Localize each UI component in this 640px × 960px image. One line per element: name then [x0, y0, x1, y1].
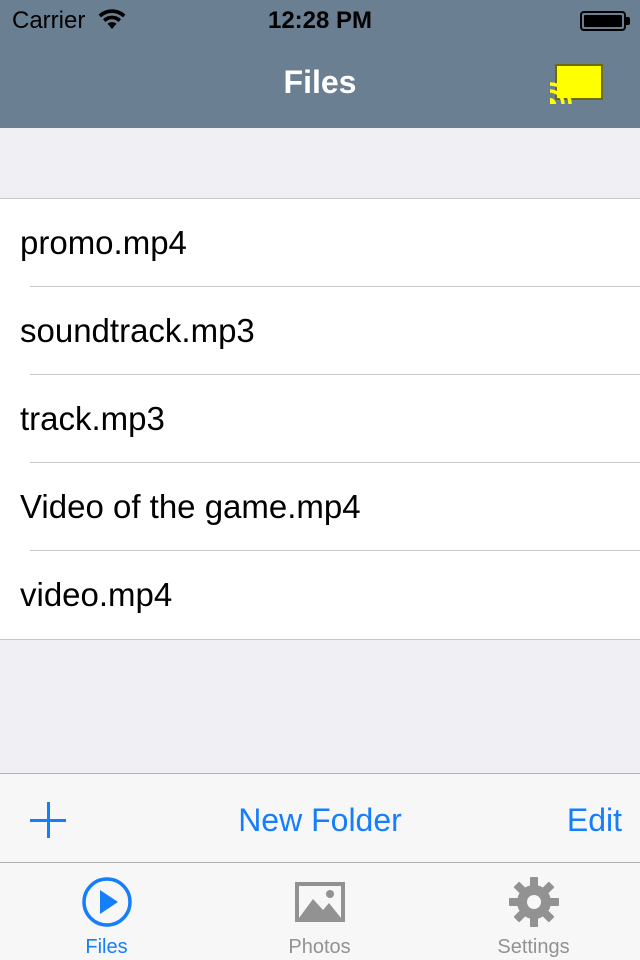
battery-icon: [580, 11, 630, 31]
file-name: Video of the game.mp4: [20, 488, 361, 525]
navigation-bar: Carrier 12:28 PM Files: [0, 0, 640, 128]
file-name: soundtrack.mp3: [20, 312, 255, 349]
file-row[interactable]: soundtrack.mp3: [0, 287, 640, 375]
file-name: promo.mp4: [20, 224, 187, 261]
file-row[interactable]: track.mp3: [0, 375, 640, 463]
tab-label: Settings: [497, 936, 570, 958]
cast-icon[interactable]: [546, 60, 608, 108]
plus-icon[interactable]: [30, 802, 66, 838]
file-row[interactable]: Video of the game.mp4: [0, 463, 640, 551]
new-folder-button[interactable]: New Folder: [238, 802, 402, 838]
tab-photos[interactable]: Photos: [213, 863, 426, 960]
status-time: 12:28 PM: [267, 7, 373, 34]
tab-label: Files: [85, 936, 128, 958]
file-row[interactable]: promo.mp4: [0, 199, 640, 287]
edit-button[interactable]: Edit: [567, 802, 622, 839]
photo-icon: [294, 882, 345, 922]
tab-settings[interactable]: Settings: [427, 863, 640, 960]
file-name: video.mp4: [20, 576, 173, 613]
gear-icon: [508, 877, 559, 927]
page-title: Files: [283, 64, 357, 100]
play-circle-icon: [81, 877, 132, 927]
file-list: promo.mp4 soundtrack.mp3 track.mp3 Video…: [0, 198, 640, 640]
tab-label: Photos: [288, 936, 351, 958]
tab-bar: Files Photos Settings: [0, 862, 640, 960]
file-row[interactable]: video.mp4: [0, 551, 640, 639]
status-bar: Carrier 12:28 PM: [0, 0, 640, 40]
toolbar: New Folder Edit: [0, 773, 640, 862]
file-name: track.mp3: [20, 400, 165, 437]
tab-files[interactable]: Files: [0, 863, 213, 960]
